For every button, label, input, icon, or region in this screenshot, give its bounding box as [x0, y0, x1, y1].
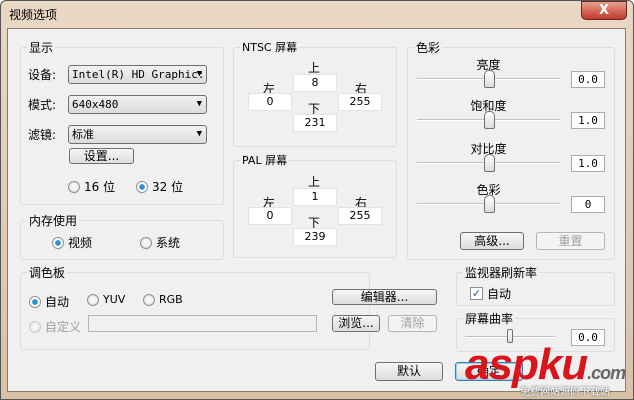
slider-value: 0.0 — [571, 71, 605, 88]
radio-yuv-label: YUV — [103, 293, 126, 306]
ntsc-top-input[interactable]: 8 — [293, 74, 337, 92]
close-button[interactable]: X — [581, 1, 627, 20]
radio-yuv[interactable]: YUV — [87, 293, 125, 306]
slider-value: 0 — [571, 196, 605, 213]
pal-bottom-input[interactable]: 239 — [293, 228, 337, 246]
radio-palette-auto-label: 自动 — [45, 295, 70, 309]
radio-icon — [87, 293, 99, 306]
radio-selected-icon — [52, 236, 64, 249]
ntsc-left-input[interactable]: 0 — [248, 93, 292, 111]
device-select[interactable]: Intel(R) HD Graphic: ▼ — [68, 65, 207, 84]
browse-button[interactable]: 浏览... — [332, 315, 380, 332]
filter-value: 标准 — [72, 128, 94, 141]
slider-thumb[interactable] — [483, 195, 495, 213]
radio-32bit[interactable]: 32 位 — [136, 178, 183, 195]
watermark-brand: aspku — [465, 340, 588, 389]
device-value: Intel(R) HD Graphic: — [72, 68, 205, 81]
memory-group-label: 内存使用 — [27, 212, 80, 229]
palette-group: 调色板 — [20, 264, 370, 350]
ntsc-right-input[interactable]: 255 — [338, 93, 382, 111]
window-title: 视频选项 — [9, 8, 58, 22]
refresh-group-label: 监视器刷新率 — [463, 264, 540, 281]
mode-value: 640x480 — [72, 98, 119, 111]
radio-custom[interactable]: 自定义 — [29, 318, 81, 335]
reset-button[interactable]: 重置 — [536, 232, 605, 250]
radio-palette-auto[interactable]: 自动 — [29, 293, 69, 310]
checkmark-icon: ✓ — [470, 287, 483, 300]
slider-value: 1.0 — [571, 155, 605, 172]
palette-group-label: 调色板 — [27, 264, 68, 281]
radio-16bit[interactable]: 16 位 — [68, 178, 115, 195]
chevron-down-icon: ▼ — [196, 129, 202, 139]
radio-16bit-label: 16 位 — [84, 180, 116, 194]
memory-group: 内存使用 — [20, 212, 224, 260]
radio-32bit-label: 32 位 — [152, 180, 184, 194]
pal-right-input[interactable]: 255 — [338, 207, 382, 225]
slider-thumb[interactable] — [483, 70, 495, 88]
slider-thumb[interactable] — [483, 111, 495, 129]
radio-icon — [68, 180, 80, 193]
custom-palette-input[interactable] — [88, 315, 317, 332]
watermark-suffix: .com — [587, 363, 626, 383]
radio-system-label: 系统 — [156, 236, 181, 250]
radio-rgb-label: RGB — [159, 293, 183, 306]
radio-icon — [143, 293, 155, 306]
chevron-down-icon: ▼ — [196, 99, 202, 109]
filter-select[interactable]: 标准 ▼ — [68, 125, 207, 144]
device-label: 设备: — [28, 68, 57, 82]
radio-icon — [140, 236, 152, 249]
radio-custom-label: 自定义 — [45, 320, 82, 334]
mode-label: 模式: — [28, 98, 57, 112]
settings-button[interactable]: 设置... — [69, 148, 134, 164]
display-group-label: 显示 — [27, 39, 56, 56]
slider-value: 1.0 — [571, 112, 605, 129]
editor-button[interactable]: 编辑器... — [332, 289, 437, 305]
radio-system[interactable]: 系统 — [140, 234, 180, 251]
ntsc-bottom-input[interactable]: 231 — [293, 114, 337, 132]
pal-group-label: PAL 屏幕 — [240, 152, 290, 168]
refresh-auto-checkbox[interactable]: ✓ 自动 — [470, 285, 511, 302]
clear-button[interactable]: 清除 — [388, 315, 437, 332]
chevron-down-icon: ▼ — [196, 69, 202, 79]
radio-selected-icon — [29, 295, 41, 308]
radio-video-label: 视频 — [68, 236, 93, 250]
color-group-label: 色彩 — [414, 39, 443, 56]
pal-top-input[interactable]: 1 — [293, 188, 337, 206]
radio-selected-icon — [136, 180, 148, 193]
slider-thumb[interactable] — [483, 154, 495, 172]
radio-video[interactable]: 视频 — [52, 234, 92, 251]
radio-icon — [29, 320, 41, 333]
ntsc-group-label: NTSC 屏幕 — [240, 39, 300, 55]
refresh-auto-label: 自动 — [487, 287, 512, 301]
default-button[interactable]: 默认 — [375, 362, 443, 381]
watermark-tagline: 免费网站源码下载站 — [520, 387, 610, 398]
filter-label: 滤镜: — [28, 128, 57, 142]
advanced-button[interactable]: 高级... — [460, 232, 524, 250]
pal-left-input[interactable]: 0 — [248, 207, 292, 225]
mode-select[interactable]: 640x480 ▼ — [68, 95, 207, 114]
curvature-group-label: 屏幕曲率 — [463, 310, 516, 327]
radio-rgb[interactable]: RGB — [143, 293, 183, 306]
